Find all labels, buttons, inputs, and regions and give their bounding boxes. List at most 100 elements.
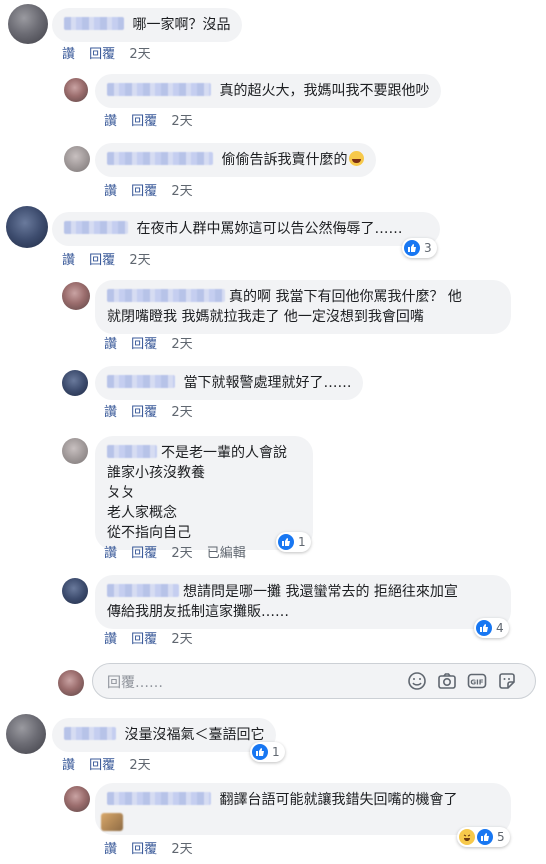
avatar[interactable] [6, 206, 48, 248]
like-icon [404, 240, 420, 256]
comment-text: 真的超火大，我媽叫我不要跟他吵 [219, 83, 430, 99]
comment-text-line: ㄆㄆ [107, 485, 135, 501]
like-icon [252, 744, 268, 760]
avatar[interactable] [64, 78, 88, 102]
comment-bubble: 當下就報警處理就好了…… [95, 366, 364, 400]
commenter-name[interactable] [107, 792, 211, 805]
comment-bubble: 真的超火大，我媽叫我不要跟他吵 [95, 74, 442, 108]
comment-actions: 讚 回覆 2天 [62, 754, 161, 773]
like-icon [477, 829, 493, 845]
comment-actions: 讚 回覆 2天 [104, 110, 203, 129]
reply-link[interactable]: 回覆 [89, 47, 115, 62]
commenter-name[interactable] [64, 221, 128, 234]
reaction-count[interactable]: 5 [457, 827, 510, 847]
timestamp[interactable]: 2天 [171, 405, 192, 420]
like-link[interactable]: 讚 [104, 546, 117, 561]
like-link[interactable]: 讚 [62, 758, 75, 773]
reply-link[interactable]: 回覆 [131, 114, 157, 129]
comment-actions: 讚 回覆 2天 [104, 180, 203, 199]
comment-text-line: 從不指向自己 [107, 525, 191, 541]
comment-text-line: 想請問是哪一攤 我還蠻常去的 拒絕往來加宣 [183, 584, 458, 600]
reply-link[interactable]: 回覆 [89, 758, 115, 773]
reply-link[interactable]: 回覆 [131, 184, 157, 199]
comment-actions: 讚 回覆 2天 [104, 333, 203, 352]
emoji-icon[interactable] [407, 671, 427, 691]
comment-bubble: 翻譯台語可能就讓我錯失回嘴的機會了 [95, 783, 511, 835]
comment-text-line: 就閉嘴瞪我 我媽就拉我走了 他一定沒想到我會回嘴 [107, 309, 424, 325]
gif-icon[interactable]: GIF [467, 671, 487, 691]
comment-text-line: 誰家小孩沒教養 [107, 465, 205, 481]
camera-icon[interactable] [437, 671, 457, 691]
commenter-name[interactable] [64, 17, 124, 30]
laughing-emoji-icon [349, 151, 365, 166]
like-link[interactable]: 讚 [104, 632, 117, 647]
haha-icon [459, 829, 475, 845]
commenter-name[interactable] [107, 584, 179, 597]
timestamp[interactable]: 2天 [129, 47, 150, 62]
timestamp[interactable]: 2天 [129, 253, 150, 268]
commenter-name[interactable] [107, 445, 157, 458]
reply-placeholder: 回覆…… [107, 675, 163, 691]
reaction-count[interactable]: 3 [402, 238, 437, 258]
comment-bubble: 真的啊 我當下有回他你罵我什麼？ 他 就閉嘴瞪我 我媽就拉我走了 他一定沒想到我… [95, 280, 511, 334]
avatar[interactable] [62, 438, 88, 464]
avatar[interactable] [64, 786, 90, 812]
comment-bubble: 偷偷告訴我賣什麼的 [95, 143, 377, 177]
timestamp[interactable]: 2天 [171, 337, 192, 352]
like-link[interactable]: 讚 [104, 337, 117, 352]
profile-badge [101, 813, 123, 831]
avatar[interactable] [58, 670, 84, 696]
avatar[interactable] [62, 578, 88, 604]
comment-text-line: 不是老一輩的人會說 [161, 445, 287, 461]
reaction-count[interactable]: 4 [474, 618, 509, 638]
like-link[interactable]: 讚 [104, 842, 117, 857]
comment-text-line: 傳給我朋友抵制這家攤販…… [107, 604, 289, 620]
reply-link[interactable]: 回覆 [131, 632, 157, 647]
like-link[interactable]: 讚 [104, 114, 117, 129]
avatar[interactable] [6, 714, 46, 754]
commenter-name[interactable] [107, 375, 175, 388]
reply-link[interactable]: 回覆 [131, 405, 157, 420]
reply-input[interactable]: 回覆…… GIF [92, 663, 536, 699]
comment-actions: 讚 回覆 2天 已編輯 [104, 542, 256, 561]
like-link[interactable]: 讚 [62, 47, 75, 62]
comment-text: 在夜市人群中罵妳這可以告公然侮辱了…… [136, 221, 403, 237]
timestamp[interactable]: 2天 [171, 546, 192, 561]
reply-link[interactable]: 回覆 [89, 253, 115, 268]
svg-text:GIF: GIF [470, 678, 483, 686]
timestamp[interactable]: 2天 [171, 842, 192, 857]
comment-bubble: 想請問是哪一攤 我還蠻常去的 拒絕往來加宣 傳給我朋友抵制這家攤販…… [95, 575, 511, 629]
comment-text-line: 老人家概念 [107, 505, 177, 521]
avatar[interactable] [62, 282, 90, 310]
like-link[interactable]: 讚 [62, 253, 75, 268]
commenter-name[interactable] [107, 83, 211, 96]
comment-text: 沒量沒福氣＜臺語回它 [124, 727, 265, 743]
timestamp[interactable]: 2天 [171, 184, 192, 199]
reply-link[interactable]: 回覆 [131, 337, 157, 352]
reply-link[interactable]: 回覆 [131, 546, 157, 561]
edited-label[interactable]: 已編輯 [207, 546, 246, 561]
comment-actions: 讚 回覆 2天 [62, 43, 161, 62]
avatar[interactable] [64, 146, 90, 172]
comment-actions: 讚 回覆 2天 [104, 401, 203, 420]
like-icon [476, 620, 492, 636]
avatar[interactable] [8, 4, 48, 44]
timestamp[interactable]: 2天 [171, 114, 192, 129]
sticker-icon[interactable] [497, 671, 517, 691]
like-link[interactable]: 讚 [104, 184, 117, 199]
timestamp[interactable]: 2天 [171, 632, 192, 647]
comment-text: 當下就報警處理就好了…… [183, 375, 352, 391]
avatar[interactable] [62, 370, 88, 396]
comment-actions: 讚 回覆 2天 [104, 628, 203, 647]
commenter-name[interactable] [107, 289, 225, 302]
comment-text: 哪一家啊？沒品 [132, 17, 231, 33]
reaction-count[interactable]: 1 [250, 742, 285, 762]
commenter-name[interactable] [107, 152, 213, 165]
reply-link[interactable]: 回覆 [131, 842, 157, 857]
commenter-name[interactable] [64, 727, 116, 740]
timestamp[interactable]: 2天 [129, 758, 150, 773]
comment-text: 翻譯台語可能就讓我錯失回嘴的機會了 [219, 792, 458, 808]
reaction-count[interactable]: 1 [276, 532, 311, 552]
comment-bubble: 沒量沒福氣＜臺語回它 [52, 718, 277, 752]
like-link[interactable]: 讚 [104, 405, 117, 420]
